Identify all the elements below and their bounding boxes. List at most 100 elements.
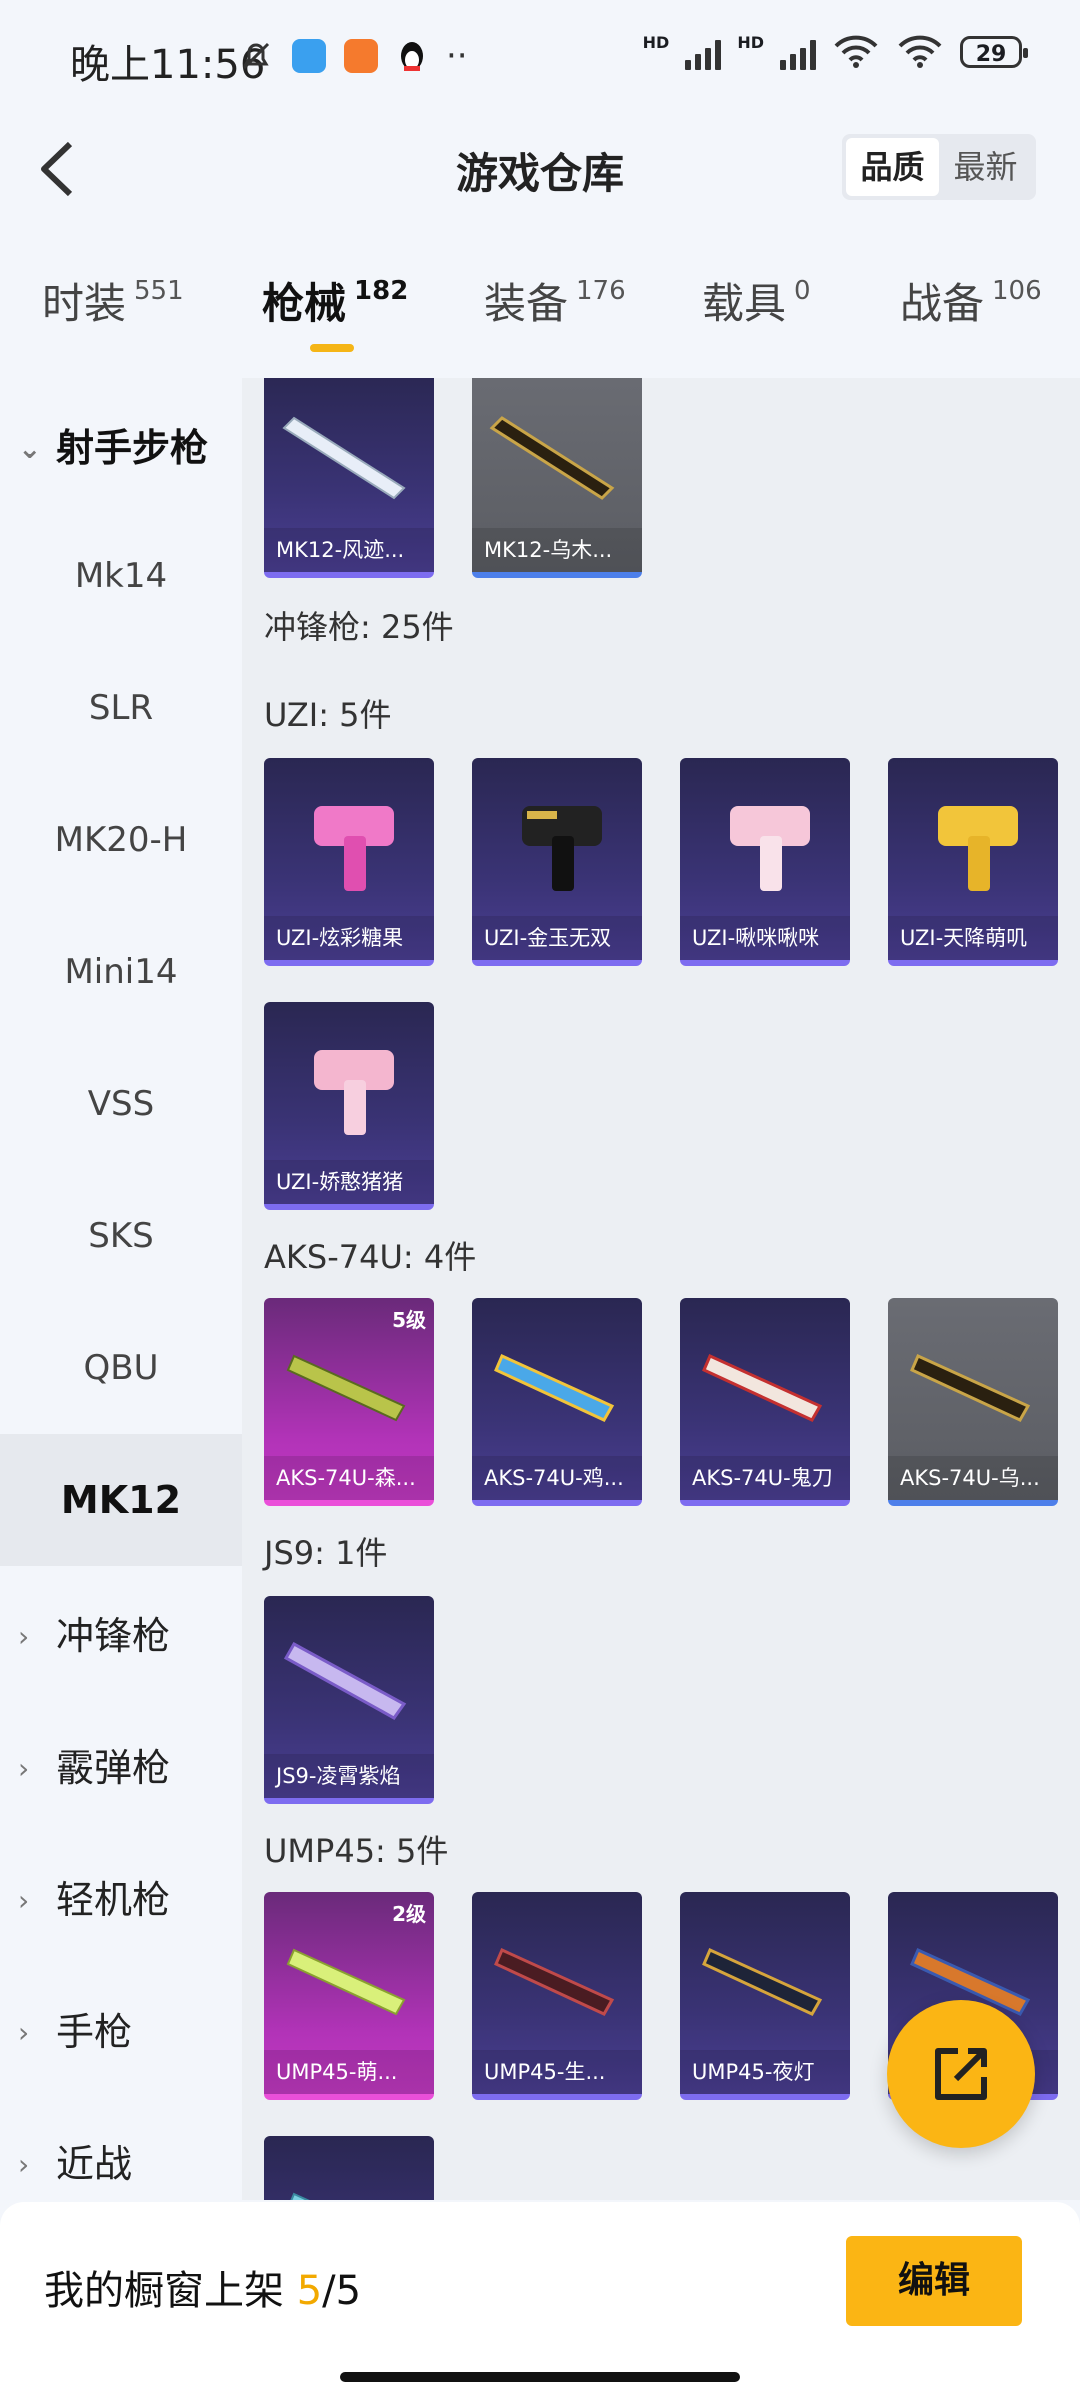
sidebar-item-mk20h[interactable]: MK20-H	[0, 774, 242, 906]
item-name: AKS-74U-乌...	[888, 1456, 1058, 1500]
item-name: UZI-炫彩糖果	[264, 916, 434, 960]
app-notification-icon-blue	[292, 39, 326, 73]
sort-option-latest[interactable]: 最新	[939, 138, 1032, 196]
item-card[interactable]: 5级 AKS-74U-森...	[264, 1298, 434, 1506]
section-title: AKS-74U: 4件	[264, 1238, 477, 1276]
sidebar-item-label: SKS	[88, 1216, 154, 1256]
item-card[interactable]: UZI-炫彩糖果	[264, 758, 434, 966]
weapon-skin-icon	[702, 1948, 823, 2016]
home-indicator[interactable]	[340, 2372, 740, 2382]
item-name: MK12-风迹...	[264, 528, 434, 572]
item-card[interactable]	[264, 2136, 434, 2200]
showcase-total: /5	[322, 2268, 362, 2314]
sidebar-item-sks[interactable]: SKS	[0, 1170, 242, 1302]
weapon-skin-icon	[702, 1354, 823, 1422]
item-card[interactable]: UZI-金玉无双	[472, 758, 642, 966]
sidebar-group-lmg[interactable]: › 轻机枪	[0, 1830, 242, 1962]
sidebar-item-mini14[interactable]: Mini14	[0, 906, 242, 1038]
tab-count: 0	[794, 276, 811, 306]
item-card[interactable]: UZI-娇憨猪猪	[264, 1002, 434, 1210]
showcase-bar: 我的橱窗上架 5/5 编辑	[0, 2202, 1080, 2400]
chevron-right-icon: ›	[18, 2148, 30, 2181]
weapon-skin-icon	[314, 806, 394, 891]
item-card[interactable]: UZI-啾咪啾咪	[680, 758, 850, 966]
page-header: 游戏仓库 品质 最新	[0, 120, 1080, 220]
battery-level: 29	[975, 42, 1007, 67]
tab-vehicles[interactable]: 载具 0	[702, 270, 811, 331]
weapon-skin-icon	[290, 2192, 310, 2200]
more-notifications-icon: ··	[446, 36, 468, 76]
tab-label: 战备	[900, 279, 985, 328]
sidebar-item-mk14[interactable]: Mk14	[0, 510, 242, 642]
active-tab-indicator	[310, 344, 354, 352]
weapon-skin-icon	[730, 806, 810, 891]
item-name: JS9-凌霄紫焰	[264, 1754, 434, 1798]
chevron-right-icon: ›	[18, 2016, 30, 2049]
sidebar-item-mk12[interactable]: MK12	[0, 1434, 242, 1566]
showcase-label: 我的橱窗上架 5/5	[44, 2258, 361, 2316]
sidebar-group-smg[interactable]: › 冲锋枪	[0, 1566, 242, 1698]
tab-count: 106	[992, 276, 1042, 306]
hd-label-2: HD	[737, 32, 764, 52]
tab-combat-gear[interactable]: 战备 106	[900, 270, 1042, 331]
tab-label: 装备	[484, 279, 569, 328]
weapon-skin-icon	[494, 1948, 615, 2016]
item-card[interactable]: 2级 UMP45-萌...	[264, 1892, 434, 2100]
sort-toggle: 品质 最新	[842, 134, 1036, 200]
item-name: UMP45-夜灯	[680, 2050, 850, 2094]
sidebar-item-label: QBU	[83, 1348, 159, 1388]
weapon-skin-icon	[938, 806, 1018, 891]
wifi-icon	[834, 35, 878, 68]
item-card[interactable]: JS9-凌霄紫焰	[264, 1596, 434, 1804]
item-card[interactable]: AKS-74U-乌...	[888, 1298, 1058, 1506]
sidebar-group-label: 轻机枪	[56, 1877, 171, 1922]
item-name: UZI-天降萌叽	[888, 916, 1058, 960]
weapon-skin-icon	[489, 416, 615, 500]
app-notification-icon-orange	[344, 39, 378, 73]
weapon-skin-icon	[494, 1354, 615, 1422]
item-card[interactable]: AKS-74U-鬼刀	[680, 1298, 850, 1506]
share-button[interactable]	[887, 2000, 1035, 2148]
item-name: UMP45-萌...	[264, 2050, 434, 2094]
item-card[interactable]: MK12-乌木...	[472, 378, 642, 578]
showcase-label-text: 我的橱窗上架	[44, 2268, 284, 2314]
weapon-skin-icon	[282, 416, 406, 500]
hd-label-1: HD	[642, 32, 670, 52]
item-card[interactable]: MK12-风迹...	[264, 378, 434, 578]
item-name: AKS-74U-森...	[264, 1456, 434, 1500]
item-name: UZI-娇憨猪猪	[264, 1160, 434, 1204]
tab-equipment[interactable]: 装备 176	[484, 270, 626, 331]
item-card[interactable]: UMP45-生...	[472, 1892, 642, 2100]
sidebar-group-label: 霰弹枪	[56, 1745, 171, 1790]
sidebar-item-label: MK12	[60, 1478, 182, 1522]
edit-button[interactable]: 编辑	[846, 2236, 1022, 2326]
item-name: MK12-乌木...	[472, 528, 642, 572]
category-tabs: 时装 551 枪械 182 装备 176 载具 0 战备 106	[0, 260, 1080, 360]
sidebar-group-pistol[interactable]: › 手枪	[0, 1962, 242, 2094]
item-card[interactable]: UMP45-夜灯	[680, 1892, 850, 2100]
section-title: UMP45: 5件	[264, 1832, 449, 1870]
showcase-count: 5	[296, 2268, 323, 2314]
sort-option-quality[interactable]: 品质	[846, 138, 939, 196]
status-bar: 晚上11:56 ·· HD HD 29	[0, 0, 1080, 120]
sidebar-group-shotgun[interactable]: › 霰弹枪	[0, 1698, 242, 1830]
item-card[interactable]: UZI-天降萌叽	[888, 758, 1058, 966]
tab-label: 载具	[702, 279, 787, 328]
sidebar-item-label: VSS	[87, 1084, 155, 1124]
tab-fashion[interactable]: 时装 551	[42, 270, 184, 331]
status-time: 晚上11:56	[70, 42, 266, 88]
sidebar-item-vss[interactable]: VSS	[0, 1038, 242, 1170]
sidebar-item-slr[interactable]: SLR	[0, 642, 242, 774]
weapon-skin-icon	[314, 1050, 394, 1135]
sidebar-item-qbu[interactable]: QBU	[0, 1302, 242, 1434]
notification-icons: ··	[238, 36, 468, 76]
tab-count: 176	[576, 276, 626, 306]
sidebar-item-label: Mk14	[74, 556, 168, 596]
tab-count: 551	[134, 276, 184, 306]
item-card[interactable]: AKS-74U-鸡...	[472, 1298, 642, 1506]
item-name: UMP45-生...	[472, 2050, 642, 2094]
chevron-down-icon: ⌄	[18, 432, 42, 465]
chevron-right-icon: ›	[18, 1620, 30, 1653]
sidebar-group-marksman-rifles[interactable]: ⌄ 射手步枪	[0, 378, 242, 510]
tab-guns[interactable]: 枪械 182	[262, 270, 408, 331]
